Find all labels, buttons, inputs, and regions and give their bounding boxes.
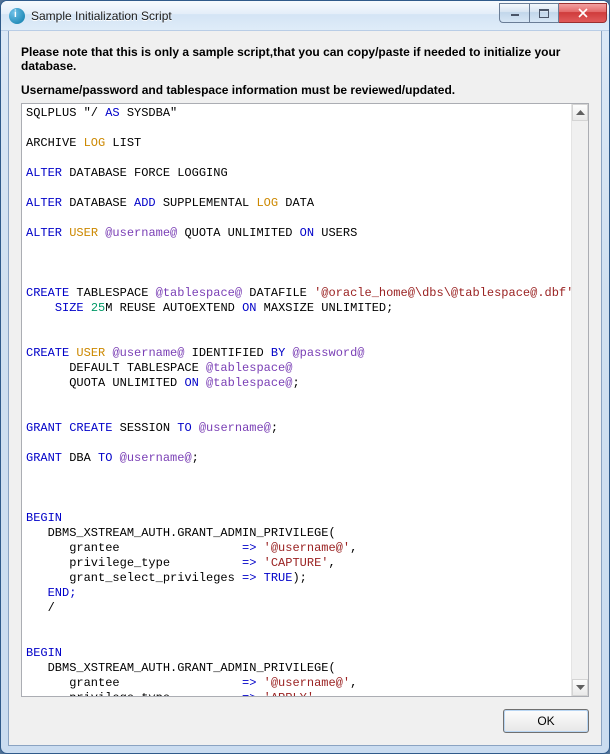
app-icon — [9, 8, 25, 24]
minimize-button[interactable] — [499, 3, 529, 23]
button-row: OK — [21, 709, 589, 733]
close-icon — [577, 8, 589, 18]
client-area: Please note that this is only a sample s… — [8, 31, 602, 746]
chevron-down-icon — [576, 685, 585, 690]
chevron-up-icon — [576, 110, 585, 115]
window-controls — [499, 3, 607, 23]
dialog-window: Sample Initialization Script Please note… — [0, 0, 610, 754]
vertical-scrollbar[interactable] — [571, 104, 588, 696]
close-button[interactable] — [559, 3, 607, 23]
scroll-up-button[interactable] — [572, 104, 588, 121]
maximize-button[interactable] — [529, 3, 559, 23]
note-line-2: Username/password and tablespace informa… — [21, 83, 589, 97]
scroll-down-button[interactable] — [572, 679, 588, 696]
minimize-icon — [510, 9, 520, 17]
titlebar[interactable]: Sample Initialization Script — [1, 1, 609, 31]
ok-button[interactable]: OK — [503, 709, 589, 733]
note-line-1: Please note that this is only a sample s… — [21, 45, 589, 73]
window-title: Sample Initialization Script — [31, 9, 499, 23]
script-box: SQLPLUS "/ AS SYSDBA" ARCHIVE LOG LIST A… — [21, 103, 589, 697]
maximize-icon — [539, 9, 549, 18]
script-text[interactable]: SQLPLUS "/ AS SYSDBA" ARCHIVE LOG LIST A… — [22, 104, 571, 696]
